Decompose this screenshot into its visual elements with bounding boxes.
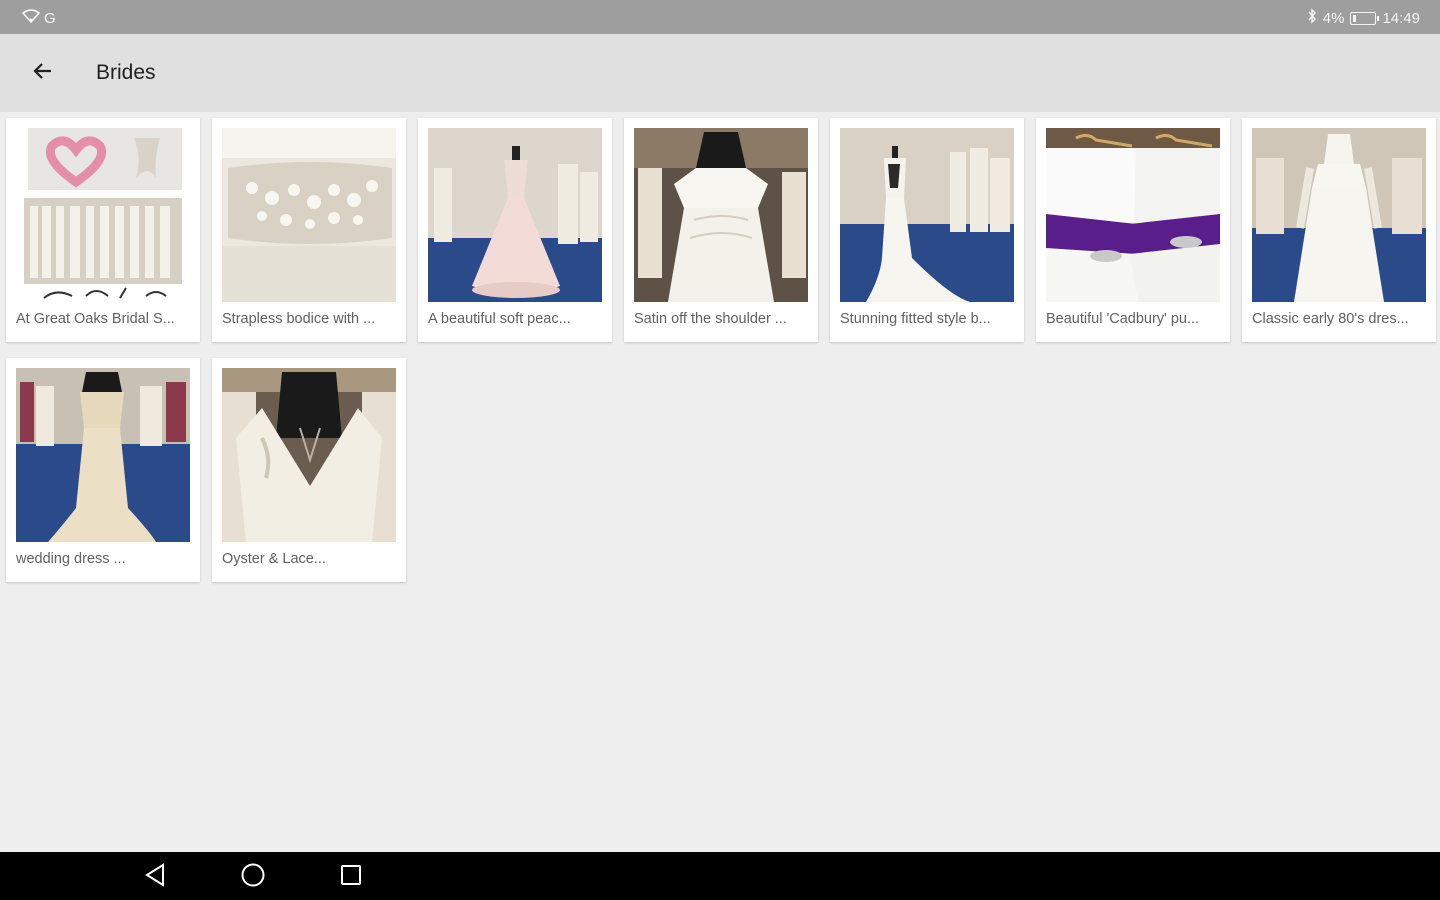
nav-home-button[interactable]	[238, 862, 268, 892]
gallery-thumbnail	[222, 368, 396, 542]
bluetooth-icon	[1307, 8, 1317, 28]
gallery-caption: At Great Oaks Bridal S...	[16, 311, 175, 327]
gallery-thumbnail	[222, 128, 396, 302]
system-nav-bar	[0, 852, 1440, 900]
gallery-item[interactable]: A beautiful soft peac...	[418, 118, 612, 342]
gallery-caption: A beautiful soft peac...	[428, 311, 571, 327]
status-left: G	[21, 8, 56, 28]
gallery-item[interactable]: Oyster & Lace...	[212, 358, 406, 582]
recents-square-icon	[339, 863, 363, 892]
battery-icon	[1350, 11, 1380, 25]
gallery-thumbnail	[634, 128, 808, 302]
gallery-item[interactable]: At Great Oaks Bridal S...	[6, 118, 200, 342]
gallery-item[interactable]: wedding dress ...	[6, 358, 200, 582]
gallery-item[interactable]: Satin off the shoulder ...	[624, 118, 818, 342]
gallery-thumbnail	[1046, 128, 1220, 302]
gallery-thumbnail	[16, 128, 190, 302]
gallery-thumbnail	[840, 128, 1014, 302]
gallery-item[interactable]: Strapless bodice with ...	[212, 118, 406, 342]
status-bar: G 4% 14:49	[0, 0, 1440, 34]
status-right: 4% 14:49	[1307, 8, 1420, 28]
home-circle-icon	[240, 862, 266, 893]
arrow-back-icon	[31, 59, 55, 88]
gallery-thumbnail	[428, 128, 602, 302]
gallery-item[interactable]: Stunning fitted style b...	[830, 118, 1024, 342]
clock: 14:49	[1382, 9, 1420, 27]
gallery-caption: Oyster & Lace...	[222, 551, 326, 567]
app-bar: Brides	[0, 34, 1440, 112]
gallery-item[interactable]: Beautiful 'Cadbury' pu...	[1036, 118, 1230, 342]
battery-percent: 4%	[1322, 9, 1345, 27]
gallery-caption: Stunning fitted style b...	[840, 311, 991, 327]
gallery-caption: wedding dress ...	[16, 551, 126, 567]
wifi-icon	[21, 8, 41, 28]
gallery-caption: Beautiful 'Cadbury' pu...	[1046, 311, 1200, 327]
gallery-thumbnail	[1252, 128, 1426, 302]
gallery-caption: Classic early 80's dres...	[1252, 311, 1409, 327]
gallery-caption: Strapless bodice with ...	[222, 311, 376, 327]
network-type: G	[44, 9, 56, 27]
nav-back-button[interactable]	[140, 862, 170, 892]
back-triangle-icon	[143, 862, 167, 892]
gallery-caption: Satin off the shoulder ...	[634, 311, 787, 327]
nav-recents-button[interactable]	[336, 862, 366, 892]
gallery-thumbnail	[16, 368, 190, 542]
page-title: Brides	[96, 61, 156, 84]
back-button[interactable]	[22, 52, 64, 94]
gallery-item[interactable]: Classic early 80's dres...	[1242, 118, 1436, 342]
